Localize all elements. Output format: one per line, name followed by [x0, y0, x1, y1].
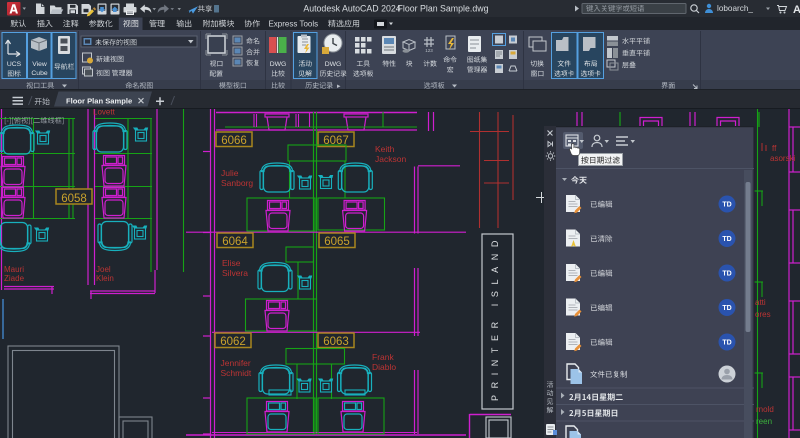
svg-text:6066: 6066	[221, 135, 247, 147]
svg-text:rnold: rnold	[756, 405, 774, 414]
svg-text:UCS: UCS	[7, 61, 22, 68]
svg-text:Frank: Frank	[372, 352, 394, 362]
svg-text:DWG: DWG	[325, 61, 342, 68]
svg-text:6063: 6063	[323, 336, 349, 348]
svg-text:Sanborg: Sanborg	[221, 178, 253, 188]
svg-text:Autodesk AutoCAD 2024: Autodesk AutoCAD 2024	[303, 4, 400, 14]
svg-text:Jackson: Jackson	[375, 154, 406, 164]
svg-text:Floor Plan Sample: Floor Plan Sample	[66, 96, 132, 105]
svg-text:Klein: Klein	[96, 274, 114, 283]
svg-text:Cube: Cube	[31, 70, 47, 77]
svg-text:Diablo: Diablo	[372, 362, 396, 372]
svg-text:Floor Plan Sample.dwg: Floor Plan Sample.dwg	[398, 4, 489, 14]
svg-text:TD: TD	[722, 236, 731, 243]
svg-text:reen: reen	[756, 417, 772, 426]
svg-text:Keith: Keith	[375, 144, 395, 154]
svg-text:Joel: Joel	[96, 265, 111, 274]
svg-text:6058: 6058	[61, 193, 87, 205]
svg-text:ores: ores	[755, 310, 771, 319]
svg-text:Elise: Elise	[222, 258, 241, 268]
svg-text:Schmidt: Schmidt	[221, 368, 252, 378]
svg-text:Jennifer: Jennifer	[221, 358, 251, 368]
svg-text:atti: atti	[755, 298, 766, 307]
svg-text:Silvera: Silvera	[222, 268, 248, 278]
svg-text:TD: TD	[722, 271, 731, 278]
svg-text:PRINTER ISLAND: PRINTER ISLAND	[490, 234, 500, 401]
svg-text:Ziade: Ziade	[4, 274, 25, 283]
svg-text:Express Tools: Express Tools	[268, 20, 318, 29]
svg-text:Julie: Julie	[221, 168, 239, 178]
svg-text:asorski: asorski	[770, 154, 796, 163]
svg-text:TD: TD	[722, 340, 731, 347]
svg-text:123: 123	[425, 48, 433, 53]
svg-text:View: View	[32, 61, 47, 68]
svg-text:6065: 6065	[324, 236, 350, 248]
svg-text:TD: TD	[722, 202, 731, 209]
svg-text:A: A	[793, 4, 800, 16]
svg-text:DWG: DWG	[270, 61, 287, 68]
svg-text:Mauri: Mauri	[4, 265, 24, 274]
svg-text:6064: 6064	[222, 236, 248, 248]
svg-text:loboarch_: loboarch_	[717, 4, 753, 13]
svg-text:6062: 6062	[220, 336, 246, 348]
svg-text:TD: TD	[722, 305, 731, 312]
